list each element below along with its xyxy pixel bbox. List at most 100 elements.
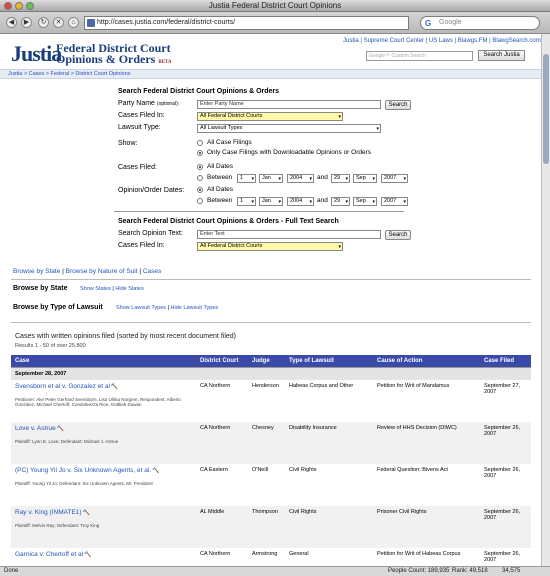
show-downloadable-radio[interactable] <box>197 150 203 156</box>
close-window-button[interactable] <box>4 2 12 10</box>
cf-to-day-select[interactable]: 29 ▾ <box>331 174 350 183</box>
col-cause[interactable]: Cause of Action <box>373 355 480 367</box>
zoom-window-button[interactable] <box>26 2 34 10</box>
party-name-input[interactable]: Enter Party Name <box>197 100 381 109</box>
reload-icon[interactable]: ↻ <box>38 17 49 28</box>
party-name-label: Party Name (optional): <box>118 100 180 107</box>
search-justia-button[interactable]: Search Justia <box>478 50 525 61</box>
cell-cause: Petition for Writ of Mandamus <box>373 379 480 422</box>
table-row: Ray v. King (INMATE1)🔨 Plaintiff: Melvin … <box>11 505 531 548</box>
col-case[interactable]: Case <box>11 355 196 367</box>
show-types-link[interactable]: Show Lawsuit Types <box>116 305 166 311</box>
cases-filed-in-select[interactable]: All Federal District Courts ▾ <box>197 112 343 121</box>
party-search-button[interactable]: Search <box>385 100 411 110</box>
cf-from-year-select[interactable]: 2004 ▾ <box>287 174 314 183</box>
od-to-month-select[interactable]: Sep ▾ <box>353 197 377 206</box>
date-group-label: September 28, 2007 <box>11 366 531 380</box>
dropdown-arrow-icon: ▾ <box>338 114 341 120</box>
results-divider <box>11 322 531 323</box>
site-search-input[interactable]: Google™ Custom Search <box>366 51 473 61</box>
top-link-us-laws[interactable]: US Laws <box>429 38 453 44</box>
hide-types-link[interactable]: Hide Lawsuit Types <box>171 305 219 311</box>
top-link-blawgsearch[interactable]: BlawgSearch.com <box>492 38 540 44</box>
status-extra: 34,575 <box>502 568 521 574</box>
top-link-justia[interactable]: Justia <box>343 38 359 44</box>
case-link[interactable]: (PC) Young Yil Jo v. Six Unknown Agents,… <box>15 467 151 474</box>
vertical-scrollbar[interactable] <box>541 34 550 566</box>
show-all-label: All Case Filings <box>207 139 252 146</box>
hide-states-link[interactable]: Hide States <box>115 286 143 292</box>
rank: Rank: 49,518 <box>452 568 488 574</box>
cell-court: AL Middle <box>196 505 248 548</box>
od-to-year-select[interactable]: 2007 ▾ <box>381 197 408 206</box>
browse-by-type-heading: Browse by Type of Lawsuit <box>13 304 103 311</box>
order-all-dates-radio[interactable] <box>197 187 203 193</box>
browse-divider <box>11 279 531 280</box>
cases-filed-between-radio[interactable] <box>197 175 203 181</box>
cell-filed: September 27, 2007 <box>480 379 531 422</box>
cf-from-month-select[interactable]: Jan ▾ <box>259 174 283 183</box>
show-all-radio[interactable] <box>197 140 203 146</box>
breadcrumb[interactable]: Justia > Cases > Federal > District Cour… <box>0 69 541 79</box>
people-count: People Count: 189,935 <box>388 568 450 574</box>
cf-to-year-select[interactable]: 2007 ▾ <box>381 174 408 183</box>
gavel-icon: 🔨 <box>110 383 119 390</box>
case-parties: Plaintiff: Lynn E. Love; Defendant: Mich… <box>15 438 119 444</box>
top-link-blawgs[interactable]: Blawgs.FM <box>458 38 488 44</box>
col-judge[interactable]: Judge <box>248 355 285 367</box>
cell-cause: Prisoner Civil Rights <box>373 505 480 548</box>
od-and-label: and <box>317 197 328 204</box>
forward-arrow-icon[interactable]: ▶ <box>21 17 32 28</box>
url-bar[interactable]: http://cases.justia.com/federal/district… <box>84 16 409 30</box>
gavel-icon: 🔨 <box>84 551 92 558</box>
od-from-year-select[interactable]: 2004 ▾ <box>287 197 314 206</box>
od-from-day-select[interactable]: 1 ▾ <box>237 197 256 206</box>
case-parties: Petitioner: Ake Peter Gerhard Svensborn,… <box>15 396 181 407</box>
cf-to-month-select[interactable]: Sep ▾ <box>353 174 377 183</box>
browse-by-nature-link[interactable]: Browse by Nature of Suit <box>66 268 138 275</box>
table-row: Love v. Astrue🔨 Plaintiff: Lynn E. Love; … <box>11 421 531 464</box>
cf-and-label: and <box>317 174 328 181</box>
od-to-day-select[interactable]: 29 ▾ <box>331 197 350 206</box>
col-type[interactable]: Type of Lawsuit <box>285 355 373 367</box>
justia-logo[interactable]: Justia <box>11 41 62 67</box>
order-between-radio[interactable] <box>197 198 203 204</box>
window-titlebar: Justia Federal District Court Opinions <box>0 0 550 12</box>
case-link[interactable]: Ray v. King (INMATE1) <box>15 509 82 516</box>
case-link[interactable]: Svensborn et al v. Gonzalez et al <box>15 383 110 390</box>
cell-judge: Armstrong <box>248 547 285 566</box>
od-from-month-select[interactable]: Jan ▾ <box>259 197 283 206</box>
show-states-link[interactable]: Show States <box>80 286 111 292</box>
dropdown-arrow-icon: ▾ <box>376 126 379 132</box>
col-filed[interactable]: Case Filed <box>480 355 531 367</box>
browse-by-state-link[interactable]: Browse by State <box>13 268 60 275</box>
form-divider <box>114 211 404 212</box>
favicon-icon <box>87 19 95 27</box>
cases-filed-between-label: Between <box>207 174 233 181</box>
minimize-window-button[interactable] <box>15 2 23 10</box>
top-link-supreme-court[interactable]: Supreme Court Center <box>364 38 424 44</box>
fulltext-cases-filed-in-select[interactable]: All Federal District Courts ▾ <box>197 242 343 251</box>
lawsuit-type-select[interactable]: All Lawsuit Types ▾ <box>197 124 381 133</box>
fulltext-search-button[interactable]: Search <box>385 230 411 240</box>
opinion-text-input[interactable]: Enter Text <box>197 230 381 239</box>
cell-court: CA Northern <box>196 379 248 422</box>
cases-filed-all-dates-radio[interactable] <box>197 164 203 170</box>
col-district-court[interactable]: District Court <box>196 355 248 367</box>
scrollbar-thumb[interactable] <box>543 54 549 164</box>
back-arrow-icon[interactable]: ◀ <box>6 17 17 28</box>
status-text: Done <box>4 568 19 574</box>
state-toggle: Show States | Hide States <box>80 286 144 292</box>
home-icon[interactable]: ⌂ <box>68 17 79 28</box>
browser-search-input[interactable]: G Google <box>420 16 540 30</box>
case-parties: Plaintiff: Melvin Ray; Defendant: Troy K… <box>15 522 100 528</box>
case-link[interactable]: Garnica v. Chertoff et al <box>15 551 83 558</box>
cell-type: Disability Insurance <box>285 421 373 464</box>
cases-link[interactable]: Cases <box>143 268 161 275</box>
order-dates-label: Opinion/Order Dates: <box>118 187 185 194</box>
cf-from-day-select[interactable]: 1 ▾ <box>237 174 256 183</box>
stop-icon[interactable]: ✕ <box>53 17 64 28</box>
case-link[interactable]: Love v. Astrue <box>15 425 56 432</box>
google-icon: G <box>425 19 432 28</box>
cell-type: Habeas Corpus and Other <box>285 379 373 422</box>
